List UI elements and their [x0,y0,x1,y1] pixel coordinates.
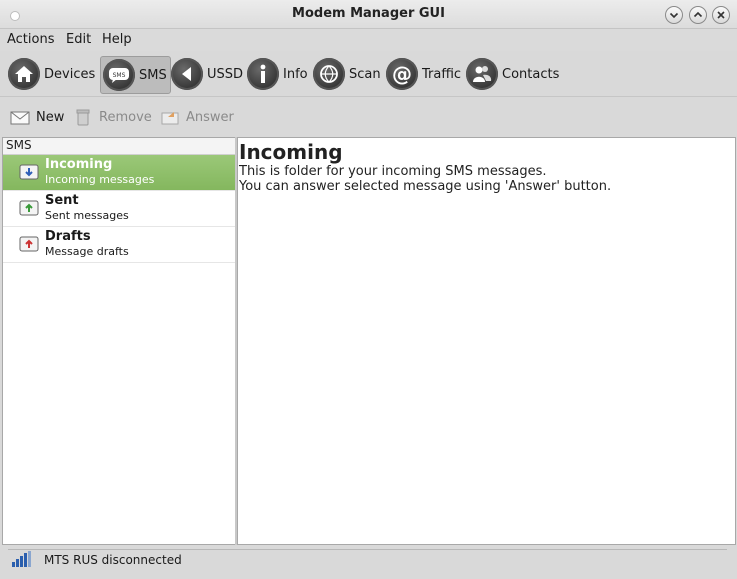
scan-icon [313,58,345,90]
toolbar-traffic-label: Traffic [422,66,462,82]
detail-title: Incoming [239,140,343,164]
toolbar-ussd-label: USSD [207,66,244,82]
maximize-button[interactable] [689,6,707,24]
home-icon [8,58,40,90]
detail-line-1: This is folder for your incoming SMS mes… [239,164,547,179]
remove-message-label: Remove [99,109,152,125]
chevron-up-icon [693,11,703,18]
chevron-down-icon [669,12,679,19]
main-toolbar: Devices SMS SMS USSD Info Scan @ Traffic [0,52,737,97]
folder-description: Sent messages [45,209,129,222]
toolbar-scan-button[interactable]: Scan [313,56,381,92]
close-button[interactable] [712,6,730,24]
answer-message-button[interactable]: Answer [160,105,234,129]
info-icon [247,58,279,90]
folder-drafts[interactable]: Drafts Message drafts [3,227,236,263]
toolbar-info-label: Info [283,66,308,82]
minimize-button[interactable] [665,6,683,24]
contacts-icon [466,58,498,90]
connection-status: MTS RUS disconnected [44,553,182,567]
toolbar-ussd-button[interactable]: USSD [171,56,243,92]
toolbar-devices-button[interactable]: Devices [8,56,95,92]
close-icon [717,11,725,19]
folder-sent[interactable]: Sent Sent messages [3,191,236,227]
answer-message-label: Answer [186,109,234,125]
drafts-icon [19,236,39,252]
message-detail-pane: Incoming This is folder for your incomin… [237,137,736,545]
sms-actionbar: New Remove Answer [0,97,737,137]
envelope-icon [10,111,30,125]
svg-text:SMS: SMS [113,72,126,79]
folder-list: SMS Incoming Incoming messages Sent Sent… [2,137,237,545]
toolbar-traffic-button[interactable]: @ Traffic [386,56,461,92]
folder-description: Incoming messages [45,173,155,186]
trash-icon [76,109,90,126]
window-titlebar: Modem Manager GUI [0,0,737,29]
folder-name: Sent [45,193,79,208]
statusbar-separator [8,549,727,550]
folder-incoming[interactable]: Incoming Incoming messages [3,155,236,191]
folder-description: Message drafts [45,245,129,258]
remove-message-button[interactable]: Remove [73,105,152,129]
menu-edit[interactable]: Edit [66,32,91,47]
outbox-icon [19,200,39,216]
folder-name: Incoming [45,157,113,172]
toolbar-info-button[interactable]: Info [247,56,308,92]
window-title: Modem Manager GUI [292,6,445,21]
detail-line-2: You can answer selected message using 'A… [239,179,612,194]
sms-icon: SMS [103,59,135,91]
ussd-icon [171,58,203,90]
reply-icon [161,112,179,125]
new-message-button[interactable]: New [10,105,64,129]
folder-name: Drafts [45,229,91,244]
folder-list-header: SMS [3,138,236,155]
signal-strength-icon [12,551,31,567]
traffic-icon: @ [386,58,418,90]
toolbar-devices-label: Devices [44,66,96,82]
menubar: Actions Edit Help [0,29,737,51]
menu-help[interactable]: Help [102,32,132,47]
inbox-icon [19,164,39,180]
toolbar-sms-label: SMS [139,67,167,83]
toolbar-sms-button[interactable]: SMS SMS [100,56,171,94]
toolbar-scan-label: Scan [349,66,381,82]
menu-actions[interactable]: Actions [7,32,55,47]
toolbar-contacts-button[interactable]: Contacts [466,56,559,92]
toolbar-contacts-label: Contacts [502,66,560,82]
new-message-label: New [36,109,65,125]
